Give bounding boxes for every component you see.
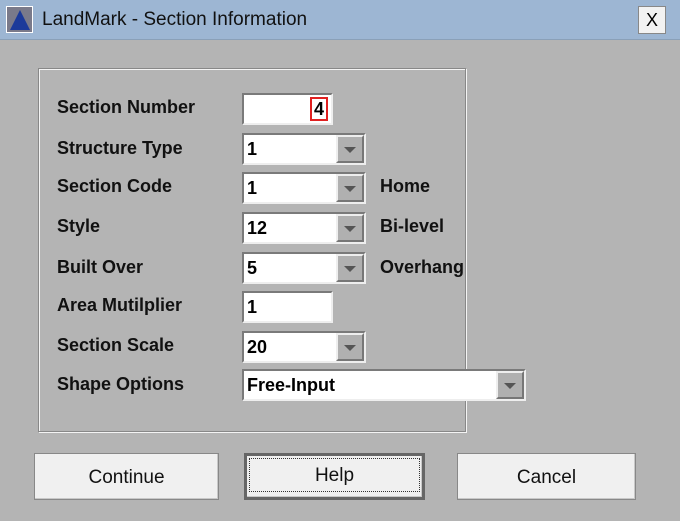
- section-code-combo[interactable]: 1: [242, 172, 366, 204]
- section-scale-label: Section Scale: [57, 335, 175, 355]
- structure-type-label: Structure Type: [57, 138, 183, 158]
- structure-type-combo[interactable]: 1: [242, 133, 366, 165]
- style-label: Style: [57, 216, 101, 236]
- chevron-down-icon[interactable]: [496, 371, 524, 399]
- section-code-desc: Home: [380, 176, 431, 196]
- shape-options-combo[interactable]: Free-Input: [242, 369, 526, 401]
- chevron-down-icon[interactable]: [336, 214, 364, 242]
- shape-options-value: Free-Input: [247, 375, 335, 395]
- section-code-label: Section Code: [57, 176, 173, 196]
- chevron-down-icon[interactable]: [336, 174, 364, 202]
- section-scale-combo[interactable]: 20: [242, 331, 366, 363]
- help-button[interactable]: Help: [244, 453, 425, 500]
- section-number-label: Section Number: [57, 97, 196, 117]
- built-over-value: 5: [247, 258, 258, 278]
- built-over-label: Built Over: [57, 257, 144, 277]
- close-button[interactable]: X: [638, 6, 666, 34]
- style-value: 12: [247, 218, 268, 238]
- section-number-value: 4: [309, 97, 328, 121]
- area-multiplier-label: Area Mutilplier: [57, 295, 183, 315]
- section-number-input[interactable]: 4: [242, 93, 333, 125]
- section-code-value: 1: [247, 178, 258, 198]
- chevron-down-icon[interactable]: [336, 333, 364, 361]
- window-title: LandMark - Section Information: [42, 9, 308, 30]
- cancel-button[interactable]: Cancel: [457, 453, 636, 500]
- section-scale-value: 20: [247, 337, 268, 357]
- built-over-combo[interactable]: 5: [242, 252, 366, 284]
- continue-button[interactable]: Continue: [34, 453, 219, 500]
- built-over-desc: Overhang: [380, 257, 465, 277]
- area-multiplier-input[interactable]: 1: [242, 291, 333, 323]
- style-desc: Bi-level: [380, 216, 445, 236]
- style-combo[interactable]: 12: [242, 212, 366, 244]
- structure-type-value: 1: [247, 139, 258, 159]
- title-bar: LandMark - Section Information X: [0, 0, 680, 40]
- chevron-down-icon[interactable]: [336, 135, 364, 163]
- shape-options-label: Shape Options: [57, 374, 185, 394]
- chevron-down-icon[interactable]: [336, 254, 364, 282]
- app-icon: [6, 6, 33, 33]
- help-label: Help: [249, 458, 420, 492]
